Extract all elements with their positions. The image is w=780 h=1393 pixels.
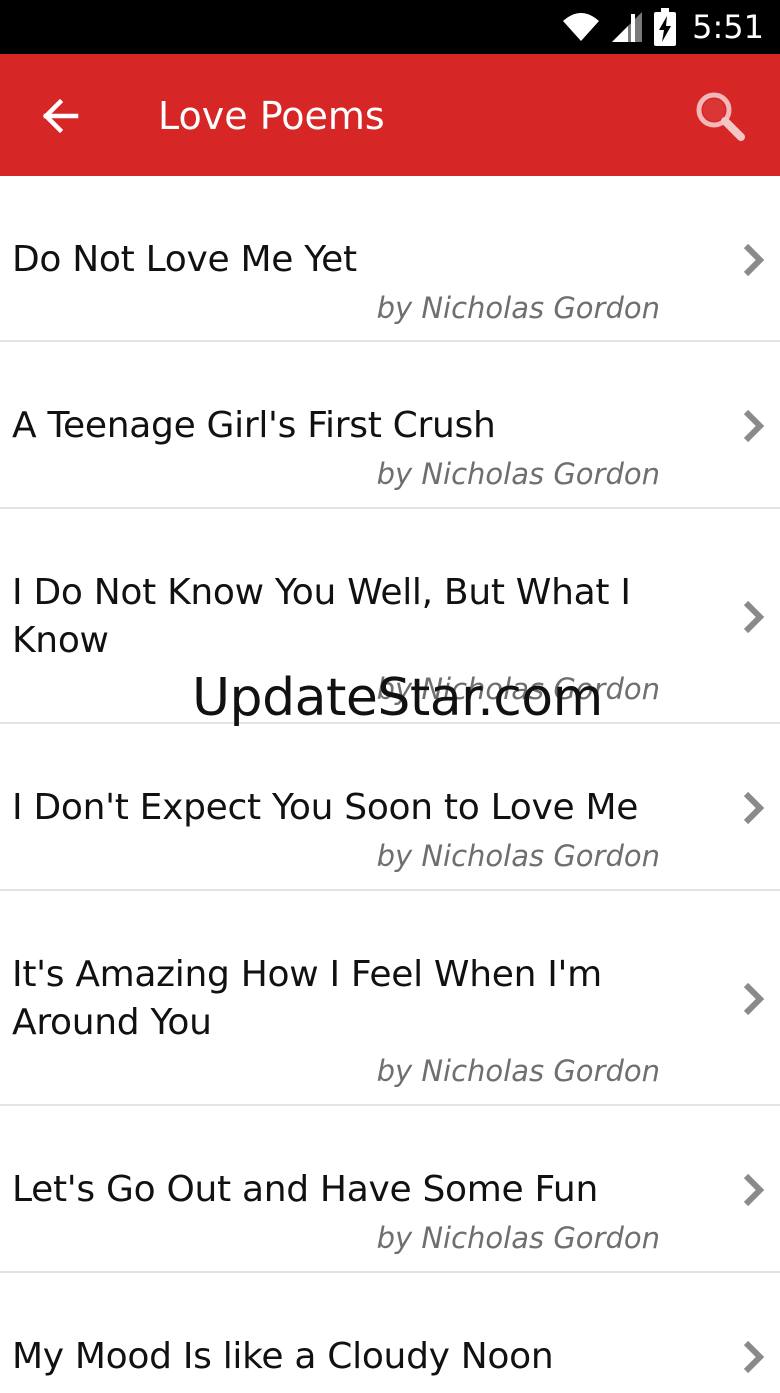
list-item[interactable]: I Don't Expect You Soon to Love Me by Ni… [0, 724, 780, 891]
signal-icon [612, 12, 643, 42]
list-item[interactable]: It's Amazing How I Feel When I'm Around … [0, 891, 780, 1106]
list-item[interactable]: A Teenage Girl's First Crush by Nicholas… [0, 342, 780, 509]
poem-author: by Nicholas Gordon [376, 457, 660, 491]
back-button[interactable] [28, 84, 92, 148]
page-title: Love Poems [158, 94, 385, 138]
chevron-right-icon [743, 791, 765, 825]
poem-author: by Nicholas Gordon [376, 291, 660, 325]
poem-author: by Nicholas Gordon [376, 1054, 660, 1088]
status-bar: 5:51 [0, 0, 780, 54]
wifi-icon [563, 13, 600, 41]
poem-list: Do Not Love Me Yet by Nicholas Gordon A … [0, 176, 780, 1393]
list-item[interactable]: Do Not Love Me Yet by Nicholas Gordon [0, 176, 780, 342]
battery-charging-icon [654, 8, 677, 46]
list-item[interactable]: Let's Go Out and Have Some Fun by Nichol… [0, 1106, 780, 1273]
watermark: UpdateStar.com [192, 668, 603, 728]
poem-title: A Teenage Girl's First Crush [12, 405, 496, 446]
app-bar: Love Poems [0, 54, 780, 176]
poem-title: Do Not Love Me Yet [12, 239, 357, 280]
poem-title: Let's Go Out and Have Some Fun [12, 1169, 598, 1210]
search-icon [696, 92, 745, 141]
status-icons: 5:51 [562, 0, 764, 54]
chevron-right-icon [743, 1173, 765, 1207]
status-time: 5:51 [692, 8, 764, 46]
chevron-right-icon [743, 982, 765, 1016]
search-button[interactable] [688, 84, 752, 148]
poem-title: I Do Not Know You Well, But What I Know [12, 572, 631, 661]
poem-author: by Nicholas Gordon [376, 839, 660, 873]
list-item[interactable]: My Mood Is like a Cloudy Noon [0, 1273, 780, 1393]
poem-title: I Don't Expect You Soon to Love Me [12, 787, 639, 828]
chevron-right-icon [743, 409, 765, 443]
poem-title: My Mood Is like a Cloudy Noon [12, 1336, 554, 1377]
chevron-right-icon [743, 243, 765, 277]
chevron-right-icon [743, 1340, 765, 1374]
poem-title: It's Amazing How I Feel When I'm Around … [12, 954, 602, 1043]
poem-author: by Nicholas Gordon [376, 1221, 660, 1255]
arrow-left-icon [42, 98, 79, 134]
chevron-right-icon [743, 600, 765, 634]
